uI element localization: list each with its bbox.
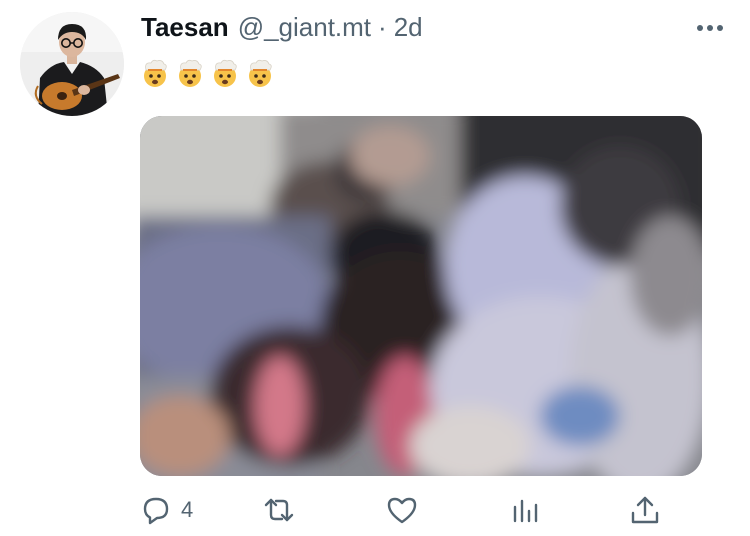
tweet-actions: 4 bbox=[0, 490, 750, 530]
tweet[interactable]: Taesan @_giant.mt · 2d 4 bbox=[0, 0, 750, 536]
like-icon bbox=[387, 497, 417, 524]
exploding-head-emoji bbox=[144, 59, 167, 87]
user-handle[interactable]: @_giant.mt bbox=[238, 12, 371, 43]
timestamp[interactable]: 2d bbox=[394, 12, 423, 43]
analytics-icon bbox=[513, 499, 538, 523]
share-icon bbox=[631, 496, 659, 524]
exploding-head-emoji bbox=[214, 59, 237, 87]
more-options-button[interactable] bbox=[694, 14, 726, 42]
exploding-head-emoji bbox=[179, 59, 202, 87]
analytics-button[interactable] bbox=[508, 490, 542, 530]
retweet-button[interactable] bbox=[262, 490, 304, 530]
avatar-image bbox=[20, 12, 124, 116]
separator-dot: · bbox=[378, 12, 387, 42]
blurred-photo bbox=[140, 116, 702, 476]
reply-icon bbox=[143, 497, 169, 525]
more-icon bbox=[697, 25, 723, 31]
like-button[interactable] bbox=[385, 490, 427, 530]
share-button[interactable] bbox=[628, 490, 662, 530]
tweet-header: Taesan @_giant.mt · 2d bbox=[141, 12, 423, 44]
avatar[interactable] bbox=[20, 12, 124, 116]
tweet-text bbox=[140, 58, 275, 88]
reply-count: 4 bbox=[181, 497, 194, 522]
display-name[interactable]: Taesan bbox=[141, 12, 229, 43]
exploding-head-emoji bbox=[249, 59, 272, 87]
retweet-icon bbox=[264, 498, 294, 522]
reply-button[interactable]: 4 bbox=[139, 490, 193, 530]
tweet-media-image[interactable] bbox=[140, 116, 702, 476]
